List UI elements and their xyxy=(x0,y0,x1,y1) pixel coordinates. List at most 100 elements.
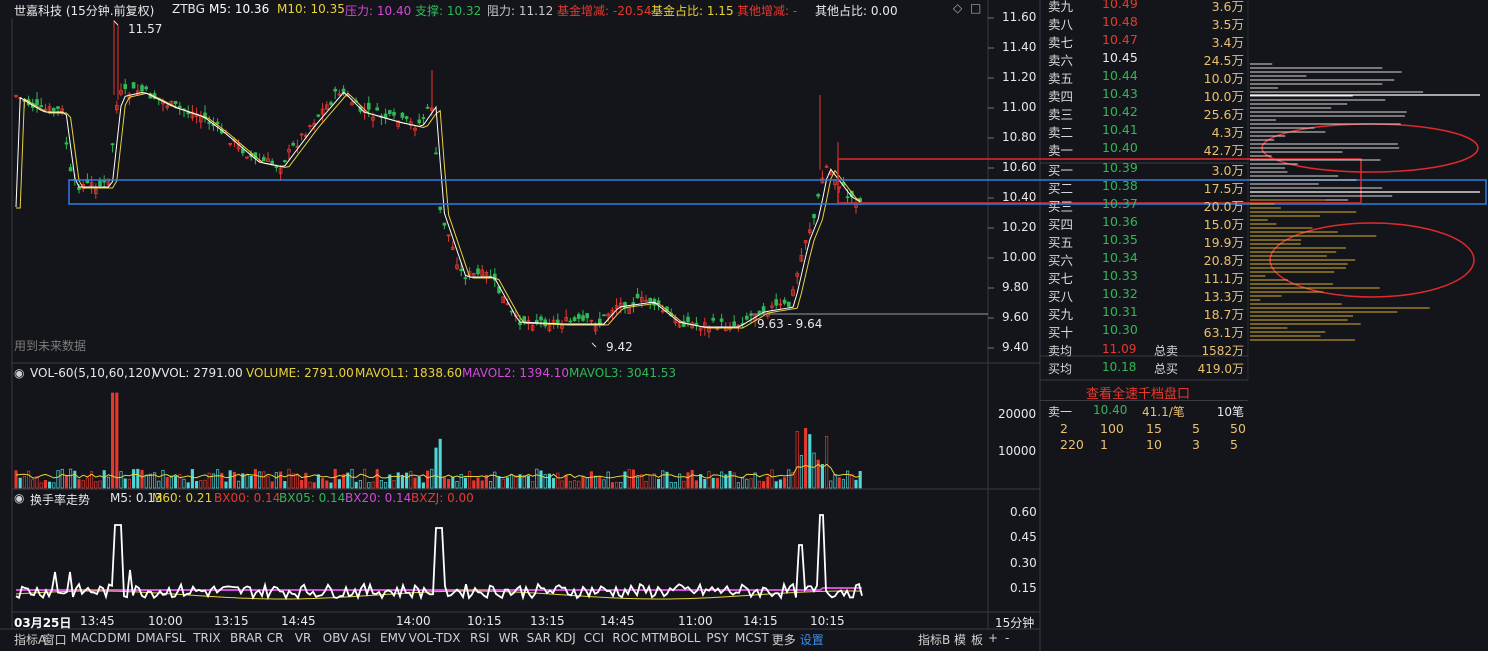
order-book-row[interactable]: 买八 10.32 13.3万 xyxy=(1048,286,1244,304)
toolbar-item[interactable]: ASI xyxy=(351,631,370,645)
toolbar-item-right[interactable]: 模 xyxy=(954,631,966,648)
turnover-title[interactable]: 换手率走势 xyxy=(30,491,90,508)
toolbar-item[interactable]: 指标A xyxy=(14,631,46,648)
toolbar-item[interactable]: BRAR xyxy=(230,631,263,645)
toolbar-item[interactable]: DMA xyxy=(136,631,164,645)
level-volume: 11.1万 xyxy=(1203,271,1244,286)
order-book-row[interactable]: 买四 10.36 15.0万 xyxy=(1048,214,1244,232)
price-tick-label: 11.40 xyxy=(1002,40,1037,54)
toolbar-item[interactable]: 窗口 xyxy=(43,631,67,648)
volume-bar xyxy=(35,476,39,489)
toolbar-item[interactable]: OBV xyxy=(323,631,349,645)
toolbar-item[interactable]: 更多 xyxy=(772,631,796,648)
order-book-row[interactable]: 卖一 10.40 42.7万 xyxy=(1048,140,1244,158)
order-book-row[interactable]: 买一 10.39 3.0万 xyxy=(1048,160,1244,178)
order-book-row[interactable]: 买十 10.30 63.1万 xyxy=(1048,322,1244,340)
toolbar-item[interactable]: BOLL xyxy=(670,631,701,645)
toolbar-item[interactable]: KDJ xyxy=(555,631,576,645)
level-name: 买三 xyxy=(1048,199,1074,214)
volume-bar xyxy=(501,478,505,489)
sell1-per-order: 41.1/笔 xyxy=(1142,405,1185,419)
level-volume: 3.4万 xyxy=(1211,35,1244,50)
time-axis-label: 13:15 xyxy=(214,614,249,628)
sell1-label: 卖一 xyxy=(1048,405,1073,419)
toolbar-item[interactable]: CR xyxy=(267,631,284,645)
volume-bar xyxy=(552,478,556,489)
toolbar-item[interactable]: SAR xyxy=(527,631,551,645)
bid-summary: 买均 10.18 总买 419.0万 xyxy=(1048,360,1244,378)
toolbar-item-right[interactable]: - xyxy=(1005,631,1009,645)
level-price: 10.36 xyxy=(1102,214,1138,229)
volume-bar xyxy=(333,468,337,489)
candle-body xyxy=(656,300,661,304)
volume-bar xyxy=(573,480,577,489)
volume-bar xyxy=(400,475,404,489)
order-book-row[interactable]: 卖四 10.43 10.0万 xyxy=(1048,86,1244,104)
volume-bar xyxy=(804,427,808,489)
toolbar-item[interactable]: VOL-TDX xyxy=(409,631,461,645)
toolbar-item[interactable]: CCI xyxy=(584,631,604,645)
volume-title[interactable]: VOL-60(5,10,60,120) xyxy=(30,366,155,380)
volume-bar xyxy=(354,481,358,489)
toolbar-item[interactable]: EMV xyxy=(380,631,406,645)
toolbar-item[interactable]: 设置 xyxy=(800,631,824,648)
toolbar-item-right[interactable]: + xyxy=(988,631,998,645)
order-book-row[interactable]: 买二 10.38 17.5万 xyxy=(1048,178,1244,196)
eye-icon[interactable]: ◉ xyxy=(14,366,24,380)
order-book-row[interactable]: 卖三 10.42 25.6万 xyxy=(1048,104,1244,122)
toolbar-item[interactable]: DMI xyxy=(107,631,130,645)
chart-canvas[interactable] xyxy=(0,0,1488,651)
volume-bar xyxy=(560,480,564,489)
volume-bar xyxy=(316,474,320,489)
time-axis-label: 14:15 xyxy=(743,614,778,628)
candle-body xyxy=(102,180,107,183)
candle-body xyxy=(518,321,522,326)
toolbar-item[interactable]: PSY xyxy=(706,631,728,645)
order-book-row[interactable]: 买九 10.31 18.7万 xyxy=(1048,304,1244,322)
order-book-row[interactable]: 买七 10.33 11.1万 xyxy=(1048,268,1244,286)
volume-bar xyxy=(245,474,249,489)
toolbar-item-right[interactable]: 板 xyxy=(971,631,983,648)
order-book-row[interactable]: 卖六 10.45 24.5万 xyxy=(1048,50,1244,68)
toolbar-item[interactable]: ROC xyxy=(612,631,638,645)
order-book-row[interactable]: 卖九 10.49 3.6万 xyxy=(1048,0,1244,14)
candle-body xyxy=(77,187,81,190)
candle-body xyxy=(186,112,191,115)
candle-body xyxy=(585,313,589,319)
toolbar-item[interactable]: TRIX xyxy=(193,631,220,645)
order-book-row[interactable]: 买三 10.37 20.0万 xyxy=(1048,196,1244,214)
toolbar-item[interactable]: MTM xyxy=(641,631,669,645)
volume-bar xyxy=(812,452,816,489)
toolbar-item[interactable]: RSI xyxy=(470,631,490,645)
low-price-label: 9.42 xyxy=(606,340,633,354)
future-data-label: 用到未来数据 xyxy=(14,339,87,353)
level-price: 10.34 xyxy=(1102,250,1138,265)
order-book-row[interactable]: 买六 10.34 20.8万 xyxy=(1048,250,1244,268)
level-name: 卖九 xyxy=(1048,0,1074,14)
toolbar-item-right[interactable]: 指标B xyxy=(918,631,950,648)
toolbar-item[interactable]: FSL xyxy=(165,631,186,645)
order-book-row[interactable]: 卖二 10.41 4.3万 xyxy=(1048,122,1244,140)
toolbar-item[interactable]: VR xyxy=(295,631,312,645)
eye-icon[interactable]: ◉ xyxy=(14,491,24,505)
order-book-row[interactable]: 卖七 10.47 3.4万 xyxy=(1048,32,1244,50)
volume-bar xyxy=(132,469,136,489)
volume-bar xyxy=(31,479,35,489)
level-price: 10.30 xyxy=(1102,322,1138,337)
toolbar-item[interactable]: WR xyxy=(499,631,519,645)
period-label[interactable]: 15分钟 xyxy=(995,614,1034,631)
volume-bar xyxy=(686,472,690,489)
order-book-row[interactable]: 卖八 10.48 3.5万 xyxy=(1048,14,1244,32)
toolbar-item[interactable]: MCST xyxy=(735,631,769,645)
candle-body xyxy=(598,318,602,324)
volume-bar xyxy=(732,472,736,489)
volume-bar xyxy=(258,471,262,489)
time-axis-label: 03月25日 xyxy=(14,616,72,630)
candle-body xyxy=(648,298,652,303)
volume-bar xyxy=(409,470,413,489)
order-book-row[interactable]: 买五 10.35 19.9万 xyxy=(1048,232,1244,250)
order-book-row[interactable]: 卖五 10.44 10.0万 xyxy=(1048,68,1244,86)
toolbar-item[interactable]: MACD xyxy=(71,631,107,645)
volume-bar xyxy=(707,471,711,489)
candle-body xyxy=(572,317,577,322)
